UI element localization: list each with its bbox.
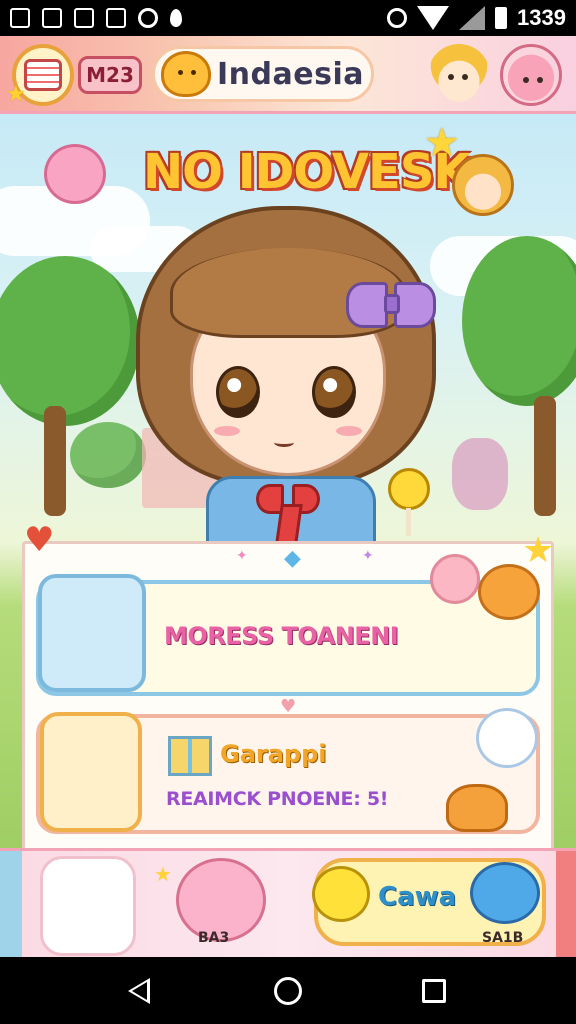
- friend-avatar-boy[interactable]: [428, 44, 490, 106]
- location-icon: [170, 9, 182, 27]
- character-card-name: MORESS TOANENI: [164, 622, 399, 650]
- confetti-icon: ✦: [236, 548, 248, 564]
- back-icon[interactable]: [128, 978, 150, 1004]
- player-avatar-button[interactable]: [40, 856, 136, 956]
- photo-icon: [106, 8, 126, 28]
- lollipop-stick: [406, 508, 411, 536]
- bear-lollipop-icon: [388, 468, 430, 510]
- cawa-button-label: Cawa: [378, 882, 457, 912]
- home-icon[interactable]: [274, 977, 302, 1005]
- star-icon: ★: [522, 530, 555, 571]
- top-bar: ★ M23 Indaesia: [0, 36, 576, 114]
- ghost-speech-icon: [476, 708, 538, 768]
- gallery-icon: [10, 8, 30, 28]
- battery-icon: [495, 7, 508, 29]
- confetti-icon: ✦: [362, 548, 374, 564]
- reward-card-avatar: [40, 712, 142, 832]
- tree-left: [0, 256, 140, 426]
- neck-bow-icon: [256, 484, 322, 544]
- heart-icon: ♥: [24, 520, 55, 560]
- character-mouth: [274, 438, 294, 447]
- tree-right: [462, 236, 576, 406]
- star-icon: ★: [154, 862, 172, 886]
- boy-character: [452, 154, 514, 216]
- gift-box-icon: [168, 736, 212, 776]
- orange-smile-icon: [478, 564, 540, 620]
- alarm-icon: [387, 8, 408, 28]
- hair-bow-icon: [346, 282, 438, 332]
- orange-blob-icon: [446, 784, 508, 832]
- level-badge: M23: [78, 56, 142, 94]
- reward-card-name: Garappi: [220, 740, 327, 768]
- status-left-icons: [10, 8, 182, 28]
- instagram-icon: [74, 8, 94, 28]
- friend-avatar-pink[interactable]: [500, 44, 562, 106]
- status-time: 1339: [517, 5, 566, 30]
- character-eye-right: [312, 366, 356, 418]
- image-icon: [42, 8, 62, 28]
- app-title: Indaesia: [217, 56, 364, 92]
- star-icon: ★: [6, 82, 26, 107]
- sync-icon: [138, 8, 158, 28]
- bottom-edge-right: [556, 851, 576, 957]
- game-screen: ★ M23 Indaesia NO IDOVESK ★ ♥ ★ ✦ ◆ ✦ MO…: [0, 36, 576, 957]
- tree-right-trunk: [534, 396, 556, 516]
- character-blush: [336, 426, 362, 436]
- tree-left-trunk: [44, 406, 66, 516]
- bottom-edge-left: [0, 851, 22, 957]
- character-card-avatar: [38, 574, 146, 692]
- wifi-icon: [417, 6, 450, 30]
- confetti-icon: ◆: [284, 546, 301, 571]
- tree-small: [70, 422, 146, 488]
- character-eye-left: [216, 366, 260, 418]
- recent-apps-icon[interactable]: [422, 979, 446, 1003]
- status-right-icons: 1339: [387, 5, 566, 31]
- pink-pet-label: BA3: [198, 930, 230, 946]
- status-bar: 1339: [0, 0, 576, 36]
- character-blush: [214, 426, 240, 436]
- pink-bear-character: [452, 438, 508, 510]
- fish-label: SA1B: [482, 930, 524, 946]
- pink-smile-icon: [430, 554, 480, 604]
- mascot-icon: [161, 51, 211, 97]
- title-banner: Indaesia: [152, 46, 374, 102]
- bow-wing: [346, 282, 388, 328]
- signal-icon: [459, 6, 486, 30]
- fish-icon[interactable]: [470, 862, 540, 924]
- bow-knot: [384, 294, 400, 314]
- reward-card-subtitle: REAIMCK PNOENE: 5!: [166, 788, 389, 810]
- pink-pig-character: [44, 144, 106, 204]
- bow-wing: [394, 282, 436, 328]
- profile-icon: [24, 59, 62, 91]
- yellow-character-icon: [312, 866, 370, 922]
- star-icon: ★: [424, 120, 460, 166]
- game-title: NO IDOVESK: [143, 144, 471, 200]
